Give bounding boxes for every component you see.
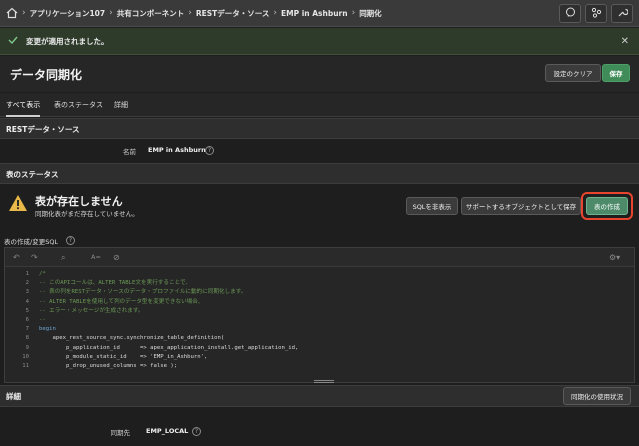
home-icon[interactable]: [6, 7, 18, 19]
success-banner: 変更が適用されました。 ✕: [0, 28, 639, 55]
close-icon[interactable]: ✕: [621, 36, 629, 47]
check-icon: [8, 35, 18, 47]
redo-icon[interactable]: ↷: [31, 253, 38, 262]
banner-message: 変更が適用されました。: [26, 36, 109, 46]
code-line: 5 -- エラー・メッセージが生成されます。: [5, 307, 634, 316]
tab-table-status[interactable]: 表のステータス: [54, 100, 103, 110]
tab-show-all[interactable]: すべて表示: [6, 100, 41, 117]
breadcrumb-current: 同期化: [359, 8, 382, 18]
help-icon[interactable]: ?: [205, 146, 214, 155]
breadcrumb-shared-components[interactable]: 共有コンポーネント: [117, 8, 185, 19]
region-title: RESTデータ・ソース: [6, 125, 80, 134]
chat-icon: [565, 7, 576, 20]
code-text: -- 表の列をRESTデータ・ソースのデータ・プロファイルに動的に同期化します。: [39, 289, 247, 296]
target-label: 同期先: [110, 429, 131, 437]
name-label: 名前: [123, 148, 136, 156]
hide-sql-button[interactable]: SQLを非表示: [406, 197, 458, 215]
line-number: 6: [25, 316, 29, 323]
code-line: 7 begin: [5, 325, 634, 334]
highlight-ring: [581, 192, 633, 220]
chevron-right-icon: ›: [109, 8, 113, 18]
code-line: 8 apex_rest_source_sync.synchronize_tabl…: [5, 334, 634, 343]
utilities-button[interactable]: [611, 4, 633, 23]
topbar-actions: [559, 4, 633, 23]
line-number: 10: [22, 353, 29, 360]
line-number: 2: [25, 280, 29, 287]
region-title: 詳細: [6, 392, 21, 401]
breadcrumb-emp-in-ashburn[interactable]: EMP in Ashburn: [281, 9, 348, 18]
search-icon[interactable]: ⌕: [61, 253, 65, 263]
chevron-right-icon: ›: [22, 8, 26, 18]
code-line: 3 -- 表の列をRESTデータ・ソースのデータ・プロファイルに動的に同期化します…: [5, 288, 634, 297]
line-number: 11: [22, 362, 29, 369]
code-line: 2 -- このAPIコールは、ALTER TABLE文を実行することで、: [5, 279, 634, 288]
save-as-supporting-object-button[interactable]: サポートするオブジェクトとして保存: [461, 197, 581, 215]
code-text: -- エラー・メッセージが生成されます。: [39, 307, 144, 314]
status-subtitle: 同期化表がまだ存在していません。: [35, 210, 139, 218]
name-value: EMP in Ashburn: [148, 146, 206, 154]
page-header: データ同期化 設定のクリア 保存: [0, 56, 639, 92]
gear-icon[interactable]: ⚙▾: [609, 253, 620, 262]
code-line: 10 p_module_static_id => 'EMP_in_Ashburn…: [5, 353, 634, 362]
undo-icon[interactable]: ↶: [13, 253, 20, 262]
chevron-right-icon: ›: [188, 8, 192, 18]
components-icon: [591, 7, 602, 20]
code-line: 11 p_drop_unused_columns => false );: [5, 362, 634, 371]
region-title: 表のステータス: [6, 170, 59, 179]
code-line: 6 --: [5, 316, 634, 325]
help-icon[interactable]: ?: [66, 236, 75, 245]
region-tabs: すべて表示 表のステータス 詳細: [0, 93, 639, 117]
sql-label: 表の作成/変更SQL: [4, 238, 59, 246]
code-text: p_application_id => apex_application_ins…: [39, 344, 299, 351]
font-size-icon[interactable]: A=: [91, 253, 101, 261]
code-text: apex_rest_source_sync.synchronize_table_…: [39, 335, 225, 342]
code-text: -- このAPIコールは、ALTER TABLE文を実行することで、: [39, 280, 191, 287]
shared-components-button[interactable]: [585, 4, 607, 23]
warning-icon: [8, 194, 28, 214]
line-number: 1: [25, 271, 29, 277]
chevron-right-icon: ›: [273, 8, 277, 18]
clear-settings-button[interactable]: 設定のクリア: [545, 64, 601, 82]
help-icon[interactable]: ?: [192, 427, 201, 436]
code-line: 1 /*: [5, 270, 634, 279]
table-status-region-header: 表のステータス: [0, 163, 639, 184]
target-value: EMP_LOCAL: [146, 427, 189, 435]
line-number: 3: [25, 289, 29, 296]
code-line: 4 -- ALTER TABLEを使用して列のデータ型を変更できない場合、: [5, 298, 634, 307]
details-region-header: 詳細: [0, 385, 639, 407]
wrench-icon: [617, 7, 629, 20]
code-line: 9 p_application_id => apex_application_i…: [5, 344, 634, 353]
breadcrumb-app[interactable]: アプリケーション107: [30, 8, 106, 19]
code-text: p_drop_unused_columns => false );: [39, 362, 178, 369]
line-number: 7: [25, 326, 29, 333]
line-number: 5: [25, 307, 29, 314]
validate-icon[interactable]: ⊘: [113, 253, 120, 262]
line-number: 9: [25, 344, 29, 351]
tab-details[interactable]: 詳細: [114, 100, 128, 110]
code-text: begin: [39, 326, 56, 333]
code-text: p_module_static_id => 'EMP_in_Ashburn',: [39, 353, 208, 360]
code-text: -- ALTER TABLEを使用して列のデータ型を変更できない場合、: [39, 298, 204, 305]
chevron-right-icon: ›: [351, 8, 356, 18]
code-lines: 1 /* 2 -- このAPIコールは、ALTER TABLE文を実行することで、 3 -…: [5, 270, 634, 371]
line-number: 8: [25, 335, 29, 342]
chat-button[interactable]: [559, 4, 581, 23]
code-text: --: [39, 316, 46, 323]
top-bar: › アプリケーション107 › 共有コンポーネント › RESTデータ・ソース …: [0, 0, 639, 27]
sql-code-editor[interactable]: ↶ ↷ ⌕ A= ⊘ ⚙▾ 1 /* 2 -- このAPIコールは、ALTER TAB…: [4, 247, 635, 383]
resize-handle[interactable]: [314, 380, 334, 383]
code-text: /*: [39, 271, 46, 277]
status-title: 表が存在しません: [35, 195, 123, 208]
save-button[interactable]: 保存: [602, 64, 630, 82]
breadcrumb-rest-sources[interactable]: RESTデータ・ソース: [196, 8, 270, 19]
page-title: データ同期化: [10, 68, 83, 82]
rest-source-region-header: RESTデータ・ソース: [0, 118, 639, 139]
sync-usage-button[interactable]: 同期化の使用状況: [563, 387, 631, 405]
line-number: 4: [25, 298, 29, 305]
editor-toolbar: ↶ ↷ ⌕ A= ⊘ ⚙▾: [5, 248, 634, 267]
